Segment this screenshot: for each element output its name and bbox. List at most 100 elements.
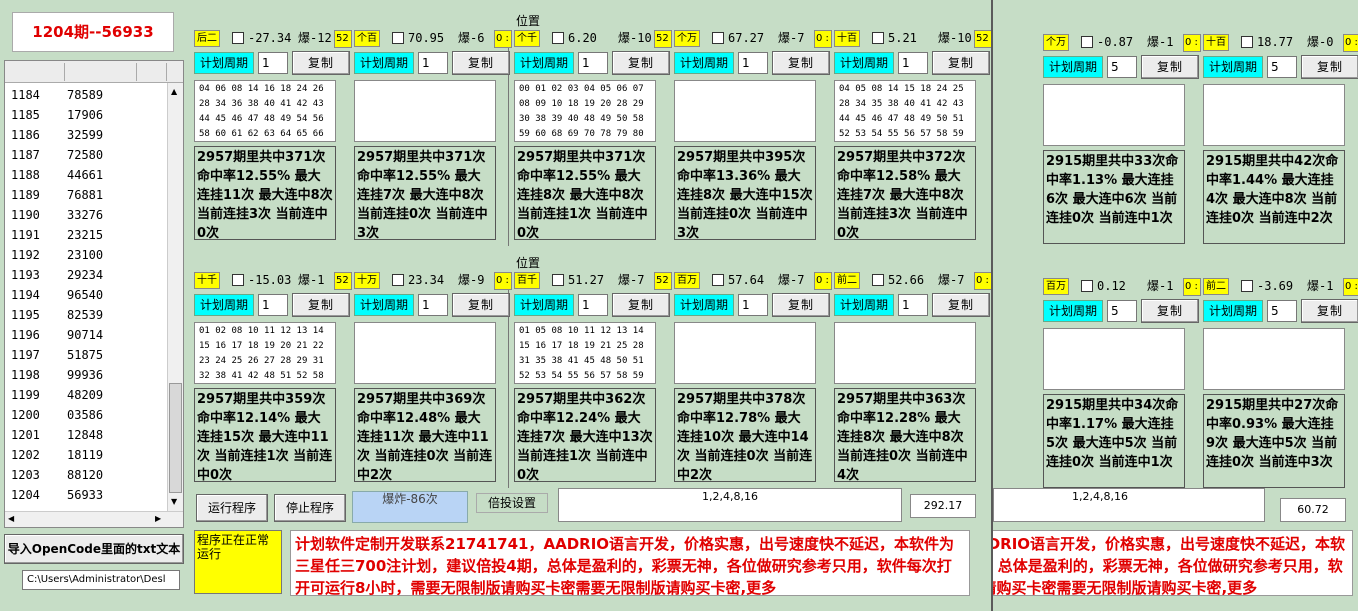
bet-sequence-field[interactable]: 1,2,4,8,16 (558, 488, 902, 522)
enable-checkbox[interactable] (232, 274, 244, 286)
scroll-thumb[interactable] (169, 383, 182, 493)
copy-button[interactable]: 复制 (1141, 299, 1199, 323)
scroll-up-icon[interactable]: ▲ (171, 87, 177, 96)
plan-period-input[interactable]: 5 (1107, 56, 1137, 78)
list-item[interactable]: 1189 76881 (5, 185, 167, 205)
count-field[interactable]: 0 : (1183, 278, 1201, 296)
plan-numbers[interactable] (834, 322, 976, 384)
plan-numbers[interactable] (1203, 84, 1345, 146)
count-field[interactable]: 0 : (974, 272, 991, 290)
copy-button[interactable]: 复制 (1301, 299, 1358, 323)
plan-period-input[interactable]: 1 (578, 52, 608, 74)
plan-period-input[interactable]: 5 (1267, 56, 1297, 78)
copy-button[interactable]: 复制 (452, 51, 510, 75)
count-field[interactable]: 0 : (1343, 34, 1358, 52)
enable-checkbox[interactable] (712, 274, 724, 286)
enable-checkbox[interactable] (1241, 280, 1253, 292)
enable-checkbox[interactable] (872, 274, 884, 286)
plan-numbers[interactable] (1043, 328, 1185, 390)
plan-period-input[interactable]: 1 (738, 294, 768, 316)
count-field[interactable]: 0 : (1343, 278, 1358, 296)
count-field[interactable]: 52 (654, 272, 672, 290)
plan-numbers[interactable]: 01 05 08 10 11 12 13 14 15 16 17 18 19 2… (514, 322, 656, 384)
list-item[interactable]: 1194 96540 (5, 285, 167, 305)
list-item[interactable]: 1196 90714 (5, 325, 167, 345)
enable-checkbox[interactable] (392, 274, 404, 286)
plan-numbers[interactable]: 04 05 08 14 15 18 24 25 28 34 35 38 40 4… (834, 80, 976, 142)
list-item[interactable]: 1185 17906 (5, 105, 167, 125)
file-path-field[interactable]: C:\Users\Administrator\Desl (22, 570, 180, 590)
enable-checkbox[interactable] (872, 32, 884, 44)
enable-checkbox[interactable] (1241, 36, 1253, 48)
import-txt-button[interactable]: 导入OpenCode里面的txt文本 (4, 534, 184, 564)
plan-period-input[interactable]: 1 (418, 52, 448, 74)
list-item[interactable]: 1201 12848 (5, 425, 167, 445)
plan-period-input[interactable]: 1 (418, 294, 448, 316)
list-item[interactable]: 1192 23100 (5, 245, 167, 265)
list-item[interactable]: 1190 33276 (5, 205, 167, 225)
count-field[interactable]: 52 (334, 272, 352, 290)
list-vertical-scrollbar[interactable]: ▲ ▼ (167, 83, 183, 511)
enable-checkbox[interactable] (232, 32, 244, 44)
copy-button[interactable]: 复制 (932, 293, 990, 317)
list-item[interactable]: 1199 48209 (5, 385, 167, 405)
list-item[interactable]: 1202 18119 (5, 445, 167, 465)
bet-sequence-field-r[interactable]: 1,2,4,8,16 (993, 488, 1265, 522)
plan-numbers[interactable] (674, 322, 816, 384)
plan-numbers[interactable] (1043, 84, 1185, 146)
run-button[interactable]: 运行程序 (196, 494, 268, 522)
count-field[interactable]: 52 (334, 30, 352, 48)
count-field[interactable]: 0 : (494, 272, 512, 290)
count-field[interactable]: 0 : (814, 30, 832, 48)
list-horizontal-scrollbar[interactable]: ◀ ▶ (5, 511, 183, 527)
plan-numbers[interactable] (674, 80, 816, 142)
plan-numbers[interactable]: 01 02 08 10 11 12 13 14 15 16 17 18 19 2… (194, 322, 336, 384)
enable-checkbox[interactable] (1081, 36, 1093, 48)
count-field[interactable]: 52 (654, 30, 672, 48)
copy-button[interactable]: 复制 (1301, 55, 1358, 79)
plan-numbers[interactable] (1203, 328, 1345, 390)
copy-button[interactable]: 复制 (612, 51, 670, 75)
list-item[interactable]: 1203 88120 (5, 465, 167, 485)
list-item[interactable]: 1188 44661 (5, 165, 167, 185)
plan-period-input[interactable]: 5 (1107, 300, 1137, 322)
list-item[interactable]: 1195 82539 (5, 305, 167, 325)
enable-checkbox[interactable] (712, 32, 724, 44)
plan-period-input[interactable]: 5 (1267, 300, 1297, 322)
stop-button[interactable]: 停止程序 (274, 494, 346, 522)
list-item[interactable]: 1204 56933 (5, 485, 167, 505)
count-field[interactable]: 52 (974, 30, 991, 48)
list-item[interactable]: 1200 03586 (5, 405, 167, 425)
enable-checkbox[interactable] (552, 274, 564, 286)
plan-numbers[interactable]: 00 01 02 03 04 05 06 07 08 09 10 18 19 2… (514, 80, 656, 142)
enable-checkbox[interactable] (392, 32, 404, 44)
copy-button[interactable]: 复制 (452, 293, 510, 317)
plan-period-input[interactable]: 1 (898, 294, 928, 316)
count-field[interactable]: 0 : (494, 30, 512, 48)
copy-button[interactable]: 复制 (772, 293, 830, 317)
plan-numbers[interactable] (354, 80, 496, 142)
count-field[interactable]: 0 : (814, 272, 832, 290)
draw-history-list[interactable]: 1184 78589 1185 17906 1186 32599 1187 72580 1188… (4, 60, 184, 528)
copy-button[interactable]: 复制 (292, 293, 350, 317)
list-item[interactable]: 1191 23215 (5, 225, 167, 245)
copy-button[interactable]: 复制 (612, 293, 670, 317)
copy-button[interactable]: 复制 (772, 51, 830, 75)
list-item[interactable]: 1197 51875 (5, 345, 167, 365)
plan-numbers[interactable] (354, 322, 496, 384)
enable-checkbox[interactable] (1081, 280, 1093, 292)
plan-period-input[interactable]: 1 (258, 294, 288, 316)
plan-period-input[interactable]: 1 (898, 52, 928, 74)
list-item[interactable]: 1193 29234 (5, 265, 167, 285)
plan-period-input[interactable]: 1 (578, 294, 608, 316)
copy-button[interactable]: 复制 (932, 51, 990, 75)
list-item[interactable]: 1198 99936 (5, 365, 167, 385)
list-item[interactable]: 1186 32599 (5, 125, 167, 145)
scroll-down-icon[interactable]: ▼ (171, 497, 177, 506)
plan-numbers[interactable]: 04 06 08 14 16 18 24 26 28 34 36 38 40 4… (194, 80, 336, 142)
copy-button[interactable]: 复制 (1141, 55, 1199, 79)
list-item[interactable]: 1187 72580 (5, 145, 167, 165)
copy-button[interactable]: 复制 (292, 51, 350, 75)
scroll-left-icon[interactable]: ◀ (8, 514, 14, 523)
scroll-right-icon[interactable]: ▶ (155, 514, 161, 523)
